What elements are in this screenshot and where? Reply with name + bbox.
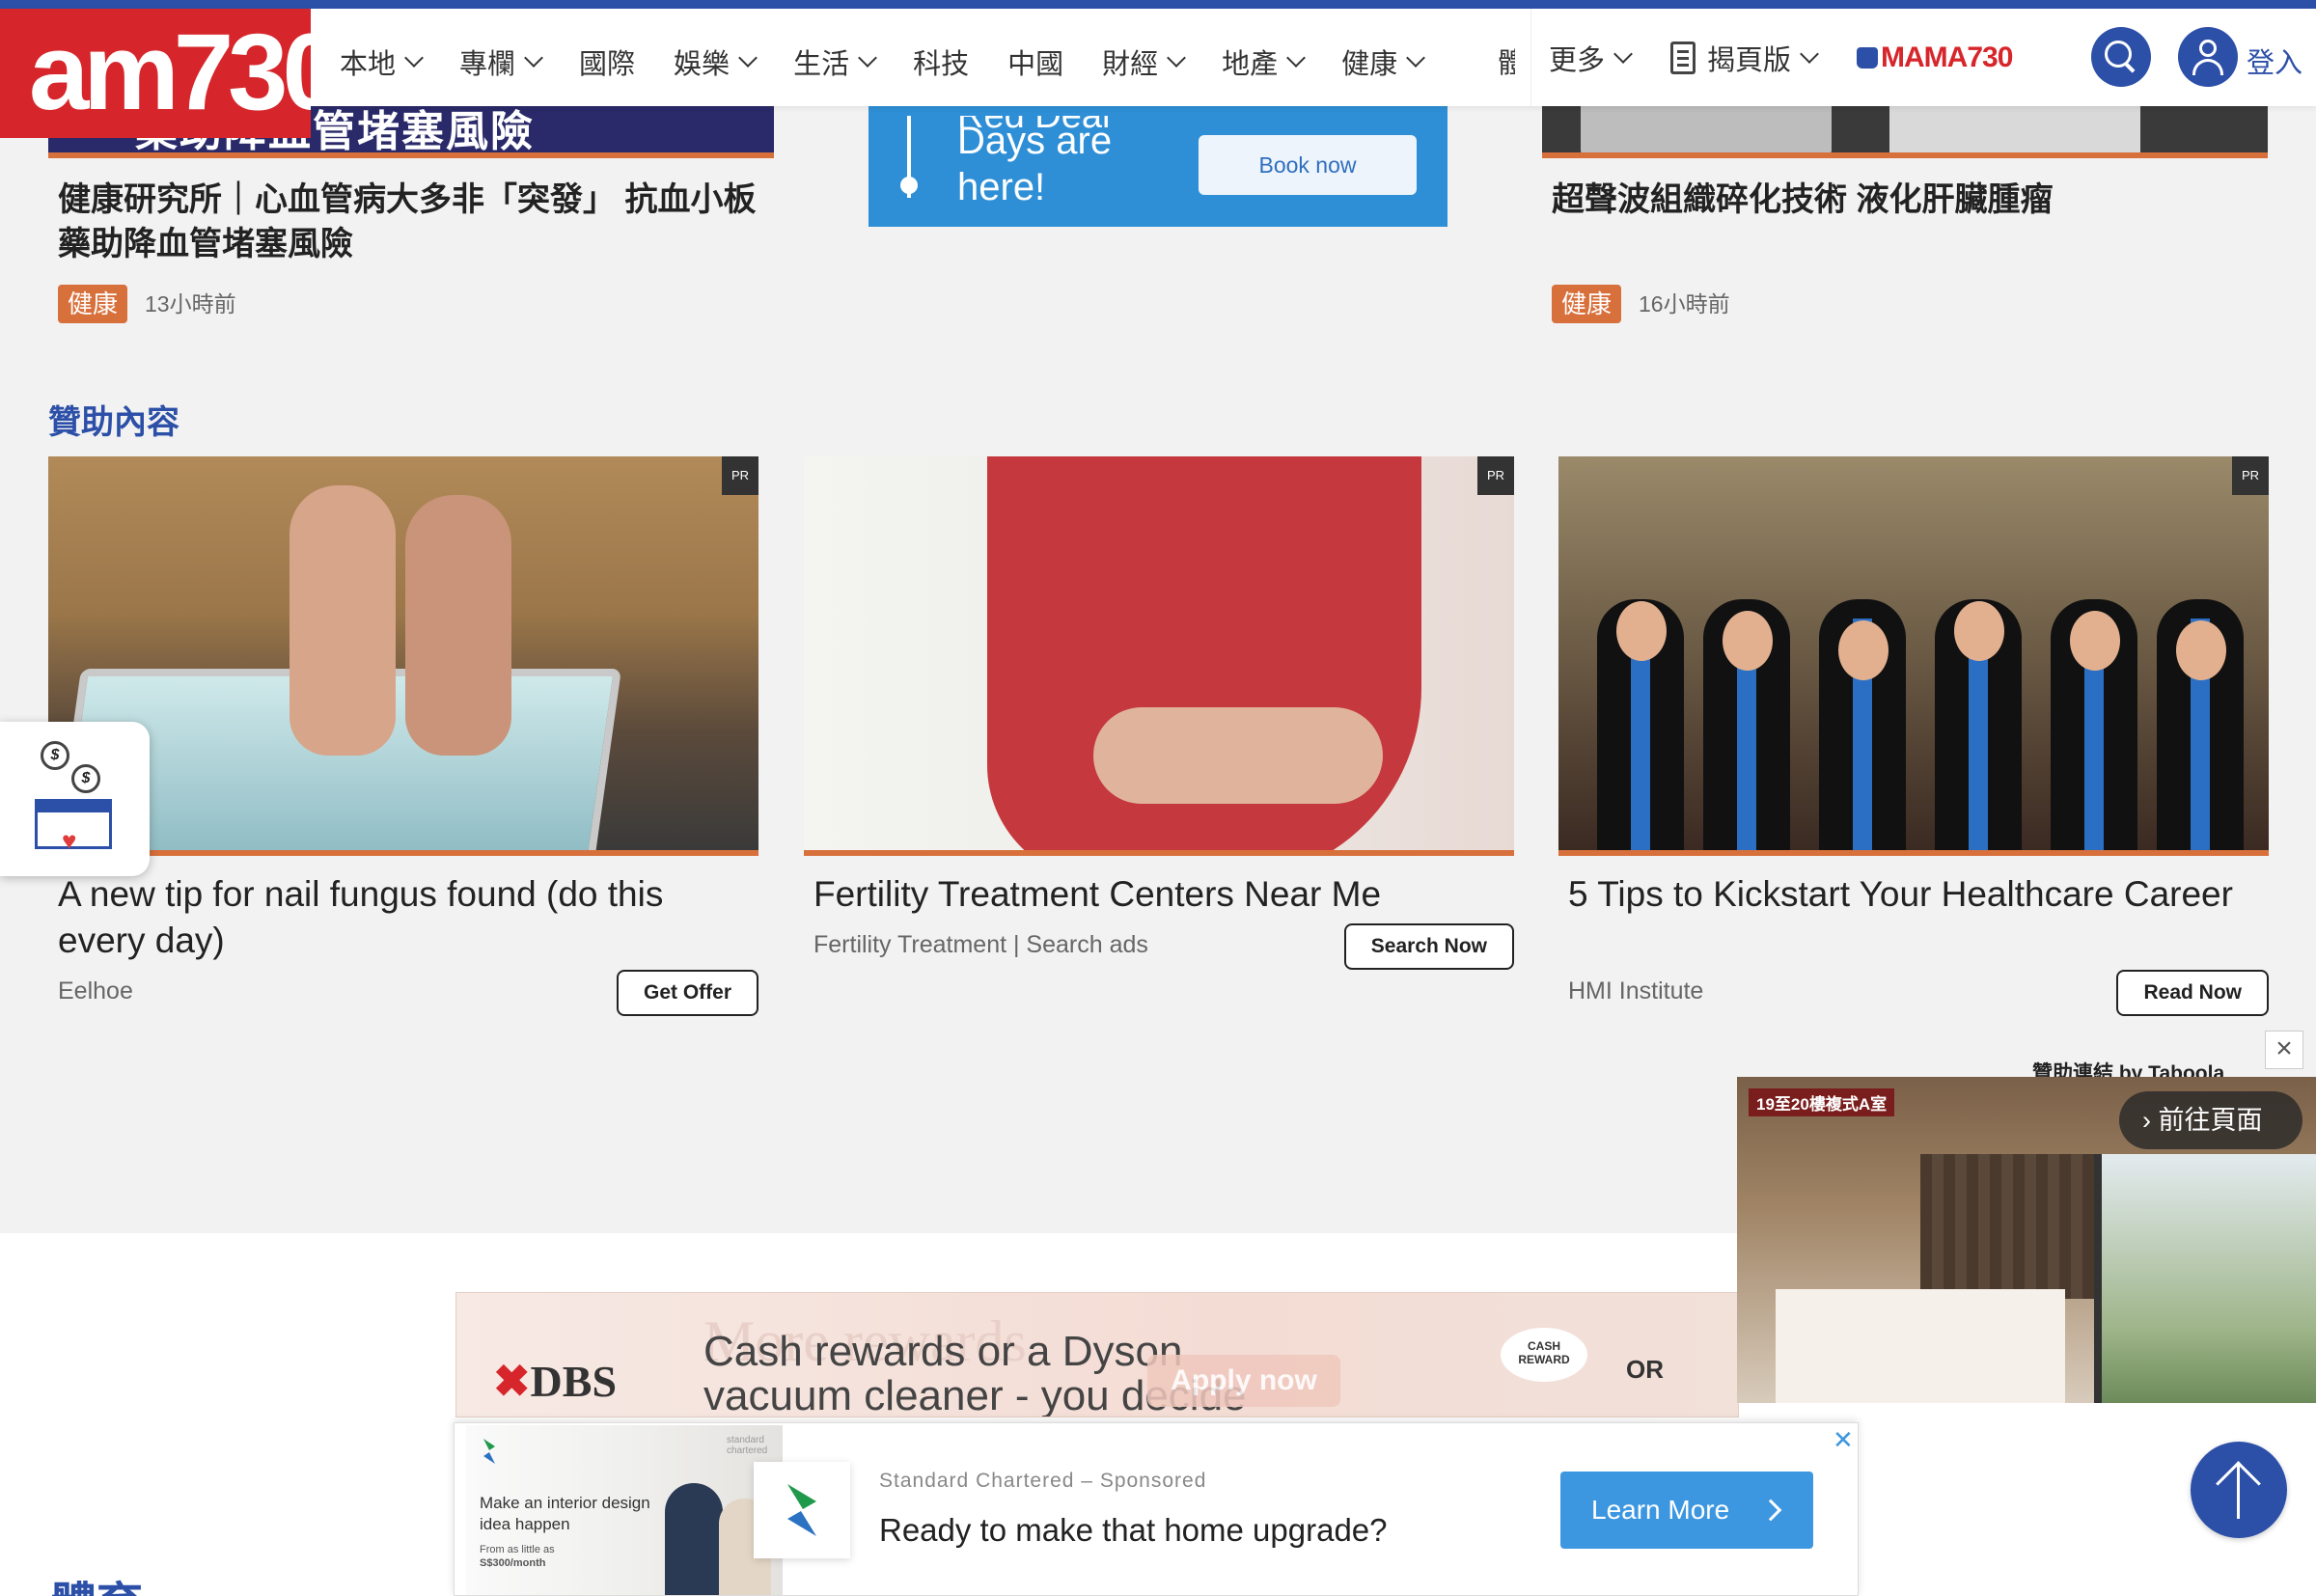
chevron-down-icon: [1286, 48, 1307, 68]
read-now-button[interactable]: Read Now: [2116, 970, 2269, 1016]
nav-item-international[interactable]: 國際: [579, 41, 635, 82]
newspaper-icon: [1670, 41, 1696, 74]
article-title[interactable]: 健康研究所｜心血管病大多非「突發」 抗血小板 藥助降血管堵塞風險: [58, 178, 756, 266]
pr-badge: PR: [1477, 456, 1514, 495]
nav-item-sports-clipped[interactable]: 體: [1498, 41, 1515, 81]
card-source: Fertility Treatment | Search ads: [813, 931, 1148, 958]
sc-logo-icon: [483, 1439, 495, 1464]
nav-item-finance[interactable]: 財經: [1102, 41, 1187, 82]
login-link[interactable]: 登入: [2247, 41, 2302, 81]
timestamp: 13小時前: [145, 291, 236, 316]
section-heading: 體育: [50, 1579, 143, 1596]
dbs-logo: ✖DBS: [493, 1357, 618, 1406]
card-image[interactable]: PR: [48, 456, 758, 856]
mama730-link[interactable]: MAMA730: [1857, 41, 2013, 74]
category-tag[interactable]: 健康: [1552, 285, 1622, 323]
get-offer-button[interactable]: Get Offer: [616, 970, 758, 1016]
nav-item-tech[interactable]: 科技: [913, 41, 969, 82]
coin-icon: $: [71, 764, 100, 793]
chevron-down-icon: [858, 48, 877, 68]
reward-widget[interactable]: $ $ ♥: [0, 722, 150, 876]
card-title[interactable]: 5 Tips to Kickstart Your Healthcare Care…: [1568, 871, 2263, 918]
nav-item-china[interactable]: 中國: [1007, 41, 1063, 82]
category-tag[interactable]: 健康: [58, 285, 128, 323]
heart-icon: ♥: [62, 826, 77, 855]
nav-epaper[interactable]: 揭頁版: [1670, 38, 1819, 78]
chevron-down-icon: [1800, 43, 1819, 64]
chevron-down-icon: [404, 48, 424, 68]
nav-more[interactable]: 更多: [1549, 38, 1633, 78]
card-image[interactable]: PR: [804, 456, 1514, 856]
nav-item-health[interactable]: 健康: [1341, 41, 1426, 82]
logo-text: am730: [29, 12, 311, 132]
apply-now-button[interactable]: Apply now: [1147, 1355, 1340, 1407]
timestamp: 16小時前: [1639, 291, 1730, 316]
mama-lock-icon: [1857, 46, 1879, 69]
ad-message: Days are here!: [957, 120, 1113, 208]
nav-item-lifestyle[interactable]: 生活: [793, 41, 877, 82]
chevron-down-icon: [1406, 48, 1426, 68]
article-title[interactable]: 超聲波組織碎化技術 液化肝臟腫瘤: [1552, 178, 2053, 222]
standard-chartered-icon: [787, 1484, 816, 1536]
top-accent-bar: [0, 0, 2316, 9]
back-to-top-button[interactable]: [2191, 1442, 2287, 1538]
close-icon[interactable]: ×: [2265, 1031, 2303, 1069]
ad-image[interactable]: standard chartered Make an interior desi…: [466, 1425, 783, 1595]
close-icon[interactable]: ✕: [1833, 1425, 1854, 1455]
nav-more-group: 更多 揭頁版 MAMA730: [1530, 9, 2013, 106]
user-button[interactable]: [2178, 27, 2238, 87]
sponsored-card[interactable]: PR Fertility Treatment Centers Near Me F…: [804, 456, 1514, 970]
nav-item-local[interactable]: 本地: [340, 41, 424, 82]
book-now-button[interactable]: Book now: [1199, 135, 1417, 195]
search-now-button[interactable]: Search Now: [1343, 923, 1514, 970]
standard-chartered-ad[interactable]: standard chartered Make an interior desi…: [454, 1422, 1859, 1596]
pr-badge: PR: [2232, 456, 2269, 495]
ad-headline[interactable]: Ready to make that home upgrade?: [879, 1512, 1388, 1549]
cash-reward-badge: CASH REWARD: [1501, 1328, 1587, 1382]
sc-logo: [754, 1462, 850, 1558]
chevron-down-icon: [1613, 43, 1633, 64]
nav-item-columns[interactable]: 專欄: [459, 41, 543, 82]
chevron-down-icon: [738, 48, 758, 68]
card-title[interactable]: A new tip for nail fungus found (do this…: [58, 871, 753, 964]
nav-item-property[interactable]: 地產: [1222, 41, 1307, 82]
nav-item-entertainment[interactable]: 娛樂: [674, 41, 758, 82]
go-to-page-button[interactable]: › 前往頁面: [2119, 1091, 2302, 1149]
sponsored-card[interactable]: PR A new tip for nail fungus found (do t…: [48, 456, 758, 1016]
dbs-banner-ad[interactable]: More rewards ✖DBS Cash rewards or a Dyso…: [455, 1292, 1739, 1417]
learn-more-button[interactable]: Learn More: [1560, 1472, 1813, 1549]
video-caption: 19至20樓複式A室: [1749, 1088, 1895, 1116]
card-title[interactable]: Fertility Treatment Centers Near Me: [813, 871, 1508, 918]
sponsored-card[interactable]: PR 5 Tips to Kickstart Your Healthcare C…: [1558, 456, 2269, 1016]
card-source: Eelhoe: [58, 977, 133, 1004]
search-button[interactable]: [2091, 27, 2151, 87]
pr-badge: PR: [722, 456, 758, 495]
card-image[interactable]: PR: [1558, 456, 2269, 856]
site-logo[interactable]: am730: [0, 9, 311, 138]
sponsored-section-title: 贊助內容: [48, 404, 179, 441]
card-source: HMI Institute: [1568, 977, 1704, 1004]
user-icon: [2199, 40, 2217, 57]
chevron-down-icon: [524, 48, 543, 68]
main-nav: 本地 專欄 國際 娛樂 生活 科技 中國 財經 地產 健康: [340, 41, 1461, 83]
coin-icon: $: [41, 741, 69, 770]
ad-sponsor-line: Standard Chartered – Sponsored: [879, 1470, 1207, 1492]
chevron-down-icon: [1167, 48, 1187, 68]
